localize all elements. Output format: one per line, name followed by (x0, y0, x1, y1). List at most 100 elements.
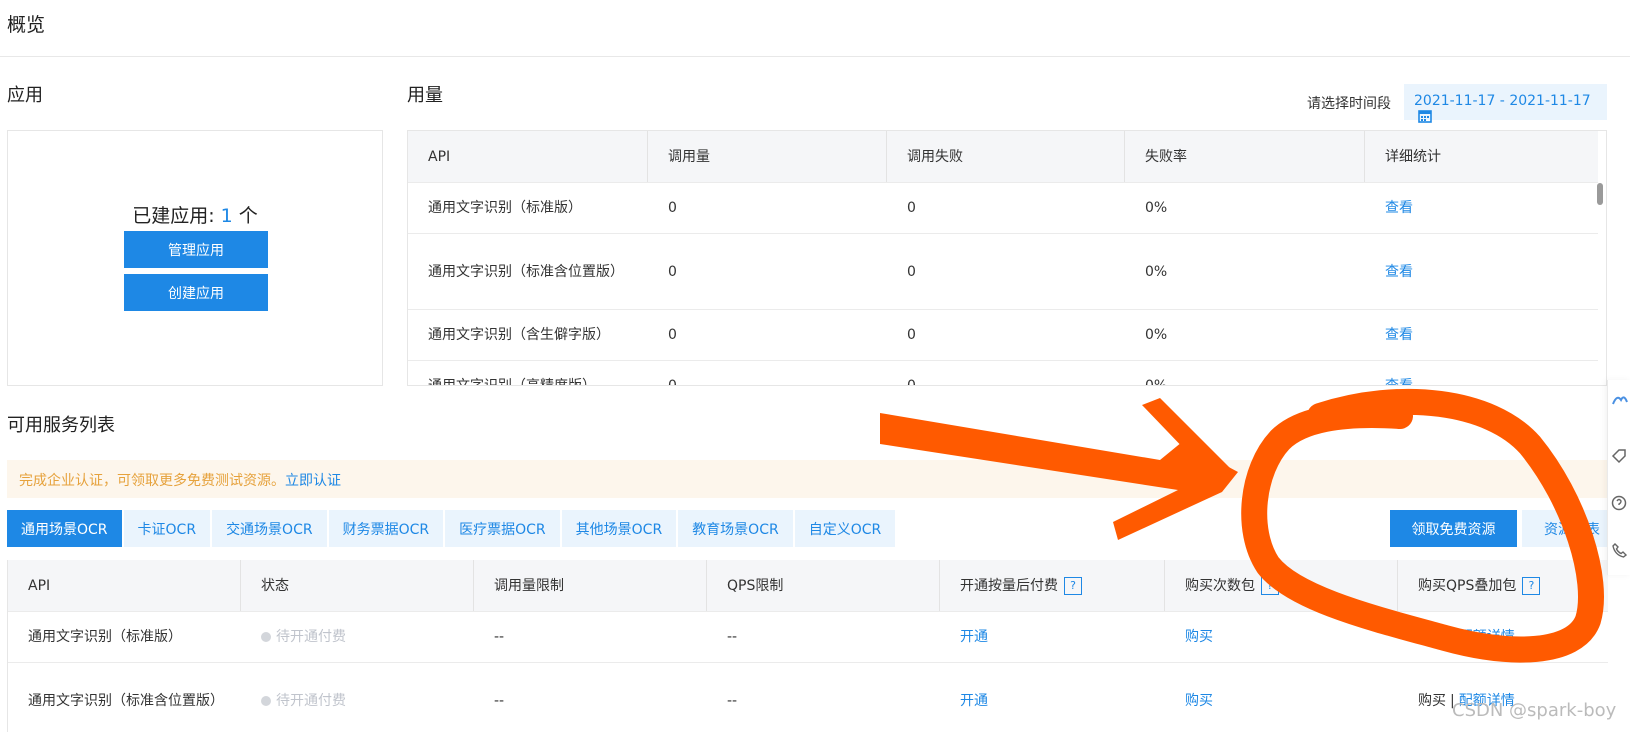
open-postpaid-link[interactable]: 开通 (960, 689, 988, 713)
table-row: 通用文字识别（标准版） 0 0 0% 查看 (408, 183, 1598, 234)
svc-col-qps-package: 购买QPS叠加包? (1398, 560, 1608, 611)
app-count-label: 已建应用: (132, 205, 221, 227)
phone-icon[interactable] (1611, 542, 1628, 558)
usage-failed: 0 (907, 378, 916, 386)
buy-package-link[interactable]: 购买 (1185, 689, 1213, 713)
usage-calls: 0 (668, 263, 677, 280)
tab-other-ocr[interactable]: 其他场景OCR (561, 510, 677, 547)
notice-text: 完成企业认证，可领取更多免费测试资源。 (19, 473, 285, 489)
status-dot-icon (261, 695, 271, 706)
svc-open-cell: 开通 (940, 612, 1165, 662)
tab-card-ocr[interactable]: 卡证OCR (123, 510, 211, 547)
usage-failed: 0 (907, 327, 916, 343)
usage-rate: 0% (1145, 263, 1168, 280)
view-detail-link[interactable]: 查看 (1365, 310, 1598, 360)
usage-api-name: 通用文字识别（标准版） (428, 200, 582, 216)
usage-scrollbar[interactable] (1597, 183, 1603, 205)
ocr-category-tabs: 通用场景OCR 卡证OCR 交通场景OCR 财务票据OCR 医疗票据OCR 其他… (7, 510, 896, 547)
apps-section-title: 应用 (7, 85, 43, 106)
usage-calls: 0 (668, 327, 677, 343)
tab-education-ocr[interactable]: 教育场景OCR (678, 510, 793, 547)
svc-col-package-label: 购买次数包 (1185, 577, 1255, 594)
app-count: 已建应用: 1 个 (8, 201, 382, 228)
svc-qps-limit: -- (727, 692, 738, 709)
svc-open-cell: 开通 (940, 663, 1165, 732)
svc-col-postpaid-label: 开通按量后付费 (960, 577, 1058, 594)
usage-table-header: API 调用量 调用失败 失败率 详细统计 (408, 131, 1598, 183)
svc-api-name: 通用文字识别（标准含位置版） (28, 692, 224, 709)
svc-col-package: 购买次数包? (1165, 560, 1398, 611)
svc-status-text: 待开通付费 (276, 629, 346, 645)
usage-col-api: API (408, 131, 648, 182)
table-row: 通用文字识别（标准含位置版） 0 0 0% 查看 (408, 234, 1598, 310)
table-row: 通用文字识别（含生僻字版） 0 0 0% 查看 (408, 310, 1598, 361)
services-table: API 状态 调用量限制 QPS限制 开通按量后付费? 购买次数包? 购买QPS… (7, 560, 1608, 732)
help-icon[interactable]: ? (1064, 576, 1082, 595)
certification-notice: 完成企业认证，可领取更多免费测试资源。立即认证 (7, 460, 1607, 498)
buy-qps-link[interactable]: 购买 (1418, 689, 1446, 713)
svc-status: 待开通付费 (241, 612, 474, 662)
usage-calls: 0 (668, 378, 677, 386)
quota-detail-link[interactable]: 配额详情 (1459, 625, 1515, 649)
usage-api-name: 通用文字识别（标准含位置版） (428, 263, 624, 280)
usage-table: API 调用量 调用失败 失败率 详细统计 通用文字识别（标准版） 0 0 0%… (407, 130, 1607, 386)
usage-api-name: 通用文字识别（高精度版） (428, 378, 596, 386)
svc-buy-cell: 购买 (1165, 663, 1398, 732)
status-dot-icon (261, 632, 271, 642)
tab-medical-ocr[interactable]: 医疗票据OCR (445, 510, 560, 547)
help-icon[interactable]: ? (1522, 576, 1541, 595)
calendar-icon (1418, 109, 1432, 127)
csdn-watermark: CSDN @spark-boy (1452, 700, 1617, 721)
create-app-button[interactable]: 创建应用 (124, 274, 268, 311)
open-postpaid-link[interactable]: 开通 (960, 625, 988, 649)
svc-col-api-label: API (28, 577, 51, 594)
tab-finance-ocr[interactable]: 财务票据OCR (328, 510, 444, 547)
help-circle-icon[interactable] (1611, 495, 1627, 511)
buy-package-link[interactable]: 购买 (1185, 625, 1213, 649)
buy-qps-link[interactable]: 购买 (1418, 625, 1446, 649)
svc-buy-cell: 购买 (1165, 612, 1398, 662)
manage-app-button[interactable]: 管理应用 (124, 231, 268, 268)
date-range-value: 2021-11-17 - 2021-11-17 (1414, 93, 1591, 109)
tab-traffic-ocr[interactable]: 交通场景OCR (212, 510, 327, 547)
table-row: 通用文字识别（标准含位置版） 待开通付费 -- -- 开通 购买 购买 | 配额详情 (8, 663, 1608, 732)
robot-icon[interactable] (1611, 392, 1628, 408)
usage-rate: 0% (1145, 378, 1168, 386)
services-section-title: 可用服务列表 (7, 415, 115, 436)
usage-failed: 0 (907, 200, 916, 216)
svc-col-qps-package-label: 购买QPS叠加包 (1418, 577, 1517, 594)
date-range-label: 请选择时间段 (1307, 96, 1391, 112)
svc-qps-limit: -- (727, 629, 738, 645)
help-icon[interactable]: ? (1261, 576, 1279, 595)
usage-col-calls: 调用量 (648, 131, 887, 182)
usage-failed: 0 (907, 263, 916, 280)
svc-col-api: API (8, 560, 241, 611)
svc-qps-cell: 购买 | 配额详情 (1398, 612, 1608, 662)
claim-free-resources-button[interactable]: 领取免费资源 (1390, 510, 1517, 547)
page-title: 概览 (7, 14, 46, 36)
usage-col-rate: 失败率 (1125, 131, 1365, 182)
view-detail-link[interactable]: 查看 (1365, 361, 1598, 385)
svc-col-status-label: 状态 (261, 577, 289, 594)
svc-status: 待开通付费 (241, 663, 474, 732)
header-divider (0, 56, 1630, 57)
usage-col-failed: 调用失败 (887, 131, 1125, 182)
tab-custom-ocr[interactable]: 自定义OCR (794, 510, 896, 547)
app-count-unit: 个 (232, 205, 258, 227)
apps-panel: 已建应用: 1 个 管理应用 创建应用 (7, 130, 383, 386)
certify-now-link[interactable]: 立即认证 (285, 473, 341, 489)
tag-icon[interactable] (1611, 448, 1627, 464)
tab-general-ocr[interactable]: 通用场景OCR (7, 510, 122, 547)
usage-rate: 0% (1145, 327, 1168, 343)
table-row: 通用文字识别（高精度版） 0 0 0% 查看 (408, 361, 1598, 386)
svc-col-qps: QPS限制 (707, 560, 940, 611)
date-range-picker[interactable]: 2021-11-17 - 2021-11-17 (1404, 84, 1607, 123)
view-detail-link[interactable]: 查看 (1365, 234, 1598, 309)
app-count-number: 1 (220, 205, 233, 227)
usage-col-detail: 详细统计 (1385, 148, 1441, 165)
svc-col-limit: 调用量限制 (474, 560, 707, 611)
usage-calls: 0 (668, 200, 677, 216)
view-detail-link[interactable]: 查看 (1365, 183, 1598, 233)
usage-section-title: 用量 (407, 85, 443, 106)
table-row: 通用文字识别（标准版） 待开通付费 -- -- 开通 购买 购买 | 配额详情 (8, 612, 1608, 663)
